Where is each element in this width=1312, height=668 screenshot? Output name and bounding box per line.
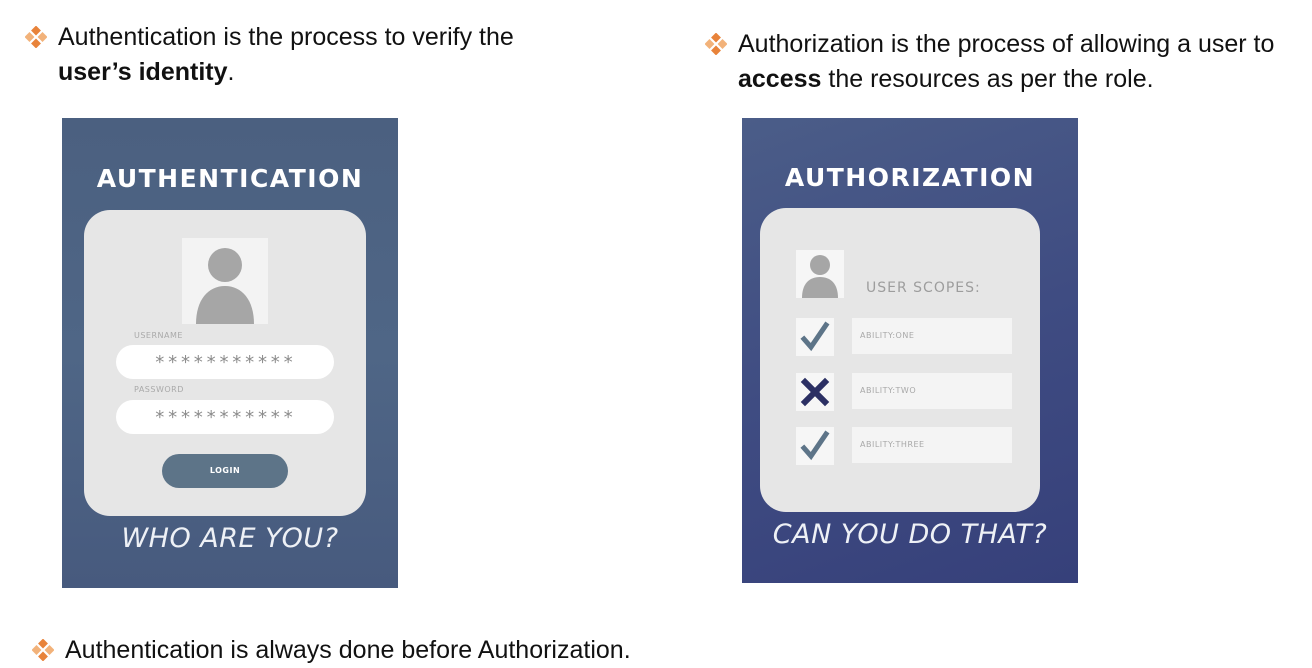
authorization-card: AUTHORIZATION USER SCOPES: ABILITY:ONE A… [742,118,1078,583]
bullet-authorization: Authorization is the process of allowing… [705,27,1310,99]
check-icon [796,427,834,465]
scope-row: ABILITY:ONE [796,318,1012,356]
scope-label: ABILITY:ONE [860,331,915,340]
card-footer-caption: WHO ARE YOU? [121,523,339,554]
scope-label: ABILITY:THREE [860,440,925,449]
bullet-line1: Authentication is the process to verify … [58,23,514,51]
bullet-order-note: Authentication is always done before Aut… [32,633,732,667]
diamond-bullet-icon [32,639,54,661]
scope-row: ABILITY:TWO [796,373,1012,411]
username-label: USERNAME [134,331,183,340]
scope-label-box: ABILITY:THREE [852,427,1012,463]
user-silhouette-icon [796,250,844,298]
bullet-text: Authentication is the process to verify … [58,20,514,90]
cross-icon [796,373,834,411]
password-field[interactable]: *********** [116,400,334,434]
check-icon [796,318,834,356]
bullet-tail: . [227,58,235,86]
login-panel: USERNAME *********** PASSWORD **********… [84,210,366,516]
card-title: AUTHORIZATION [784,163,1036,192]
user-silhouette-icon [182,238,268,324]
card-footer-caption: CAN YOU DO THAT? [772,519,1048,550]
scope-row: ABILITY:THREE [796,427,1012,465]
scope-label-box: ABILITY:ONE [852,318,1012,354]
authentication-card: AUTHENTICATION USERNAME *********** PASS… [62,118,398,588]
diamond-bullet-icon [25,26,47,48]
scopes-panel: USER SCOPES: ABILITY:ONE ABILITY:TWO ABI… [760,208,1040,512]
bullet-tail: the resources as per the role. [821,65,1154,93]
bullet-line1: Authorization is the process of allowing… [738,30,1275,58]
scope-label-box: ABILITY:TWO [852,373,1012,409]
bullet-bold-term: user’s identity [58,58,228,86]
bullet-authentication: Authentication is the process to verify … [25,20,645,92]
diamond-bullet-icon [705,33,727,55]
scopes-heading: USER SCOPES: [866,280,981,296]
password-label: PASSWORD [134,385,184,394]
card-title: AUTHENTICATION [96,164,364,193]
login-button[interactable]: LOGIN [162,454,288,488]
username-field[interactable]: *********** [116,345,334,379]
bullet-text: Authorization is the process of allowing… [738,27,1274,97]
bullet-text: Authentication is always done before Aut… [65,636,631,664]
scope-label: ABILITY:TWO [860,386,917,395]
bullet-bold-term: access [738,65,822,93]
